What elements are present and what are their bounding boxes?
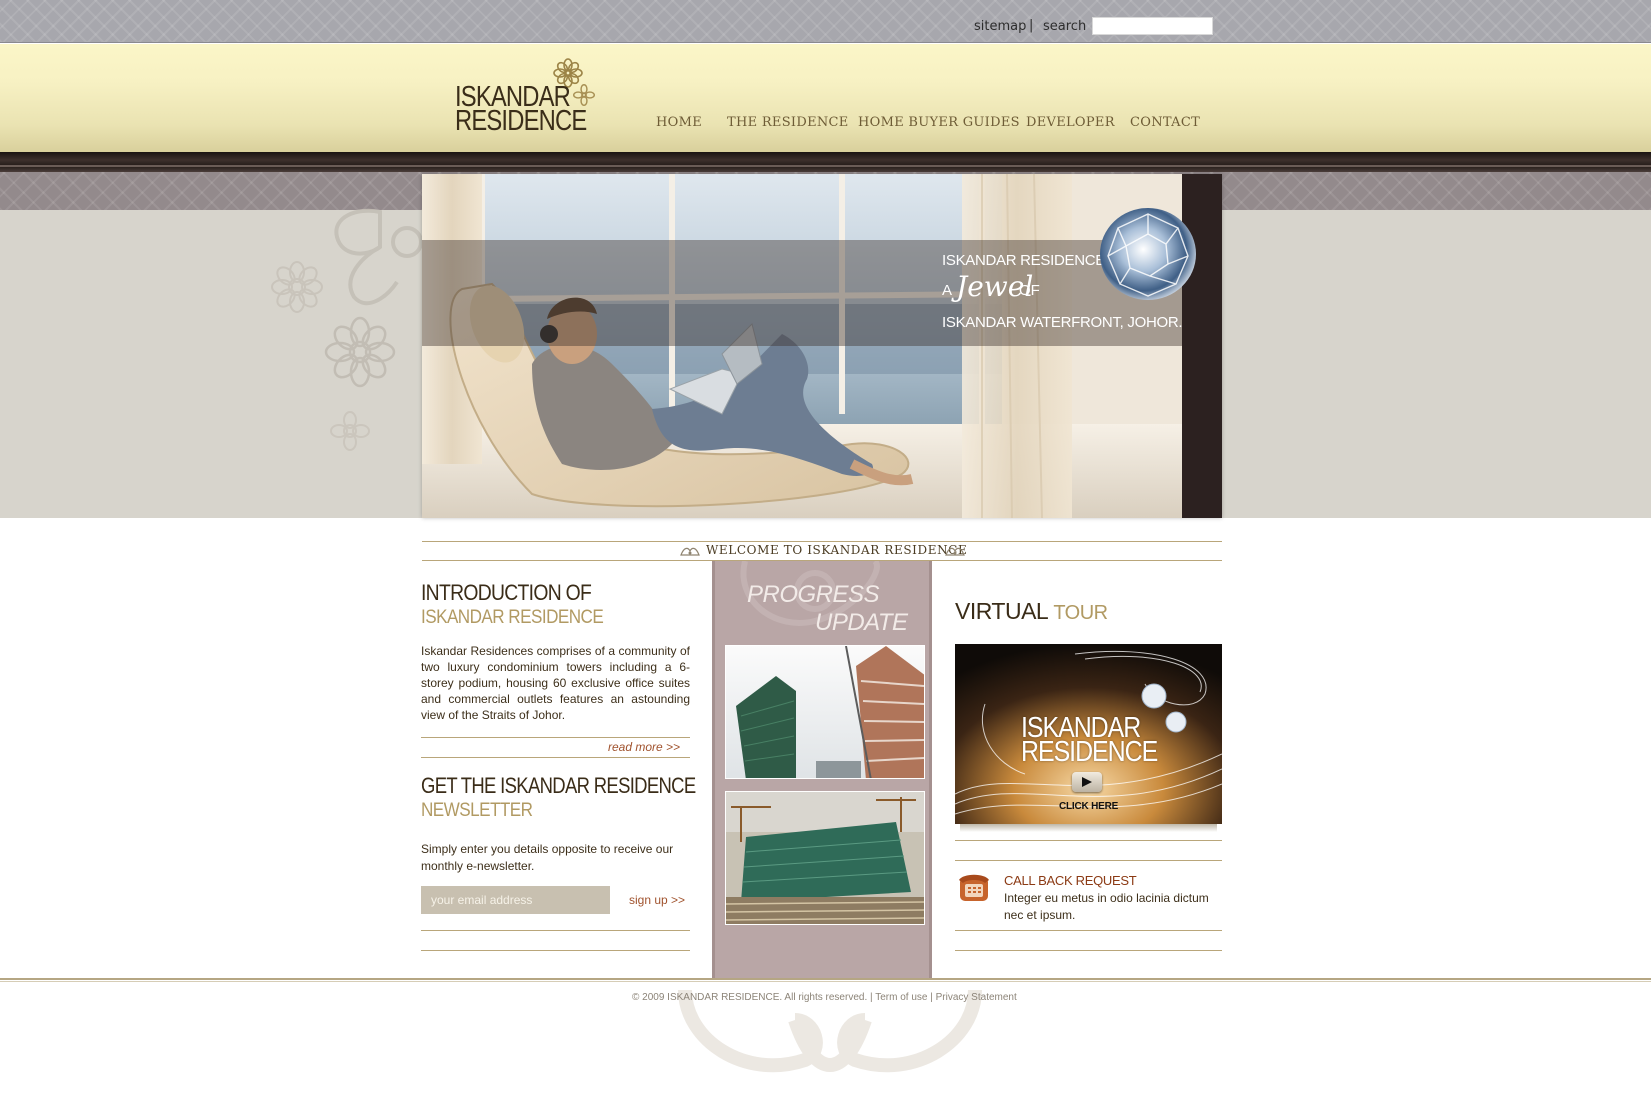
ornament-left-icon xyxy=(680,547,700,556)
call-back-request-link[interactable]: CALL BACK REQUEST xyxy=(1004,873,1137,888)
newsletter-title-line2: NEWSLETTER xyxy=(421,800,533,821)
nav-developer[interactable]: DEVELOPER xyxy=(1026,115,1115,130)
video-shadow xyxy=(960,824,1217,832)
intro-title-line1: INTRODUCTION OF xyxy=(421,580,592,605)
ornament-right-icon xyxy=(945,547,965,556)
progress-photo-towers[interactable] xyxy=(725,645,925,779)
intro-title-line2: ISKANDAR RESIDENCE xyxy=(421,607,604,628)
video-title-line2: RESIDENCE xyxy=(1021,736,1158,768)
nav-home[interactable]: HOME xyxy=(656,115,702,130)
divider-line xyxy=(421,950,690,951)
privacy-statement-link[interactable]: Privacy Statement xyxy=(936,992,1017,1003)
utility-separator: | xyxy=(1029,18,1034,33)
sitemap-link[interactable]: sitemap xyxy=(974,19,1026,34)
terms-of-use-link[interactable]: Term of use xyxy=(875,992,927,1003)
intro-body: Iskandar Residences comprises of a commu… xyxy=(421,644,690,722)
virtual-tour-title-word1: VIRTUAL xyxy=(955,598,1049,624)
welcome-rule-top xyxy=(422,541,1222,542)
footer-text: © 2009 ISKANDAR RESIDENCE. All rights re… xyxy=(632,992,1017,1003)
dark-divider-band xyxy=(0,152,1651,172)
divider-line xyxy=(421,737,690,738)
progress-photo-podium[interactable] xyxy=(725,791,925,925)
logo[interactable]: ISKANDAR RESIDENCE xyxy=(455,58,605,136)
email-input[interactable] xyxy=(421,886,610,914)
virtual-tour-title-word2: TOUR xyxy=(1053,602,1108,624)
top-utility-bar: sitemap | search xyxy=(0,0,1651,43)
hero-caption-line3: ISKANDAR WATERFRONT, JOHOR. xyxy=(942,314,1183,331)
copyright-text: © 2009 ISKANDAR RESIDENCE. All rights re… xyxy=(632,992,868,1003)
play-icon xyxy=(1082,777,1092,787)
welcome-title: WELCOME TO ISKANDAR RESIDENCE xyxy=(706,543,968,557)
call-back-body: Integer eu metus in odio lacinia dictum … xyxy=(1004,891,1209,922)
divider-line xyxy=(955,840,1222,841)
diamond-icon xyxy=(1100,208,1196,300)
hero-banner: ISKANDAR RESIDENCE A Jewel OF ISKANDAR W… xyxy=(422,174,1222,518)
read-more-link[interactable]: read more >> xyxy=(608,740,680,754)
header xyxy=(0,44,1651,152)
flower-ornament-icon xyxy=(271,208,422,451)
divider-line xyxy=(0,165,1651,167)
divider-line xyxy=(955,930,1222,931)
play-button[interactable] xyxy=(1072,772,1102,792)
progress-title-line1: PROGRESS xyxy=(747,581,880,608)
nav-contact[interactable]: CONTACT xyxy=(1130,115,1200,130)
hero-caption-a: A xyxy=(942,282,953,299)
virtual-tour-video[interactable]: ISKANDAR RESIDENCE CLICK HERE xyxy=(955,644,1222,824)
footer-separator: | xyxy=(927,992,936,1003)
logo-text-line2: RESIDENCE xyxy=(455,105,587,137)
hero-caption-line1: ISKANDAR RESIDENCE xyxy=(942,252,1105,269)
divider-line xyxy=(421,930,690,931)
newsletter-body: Simply enter you details opposite to rec… xyxy=(421,842,674,873)
progress-update-panel: PROGRESS UPDATE xyxy=(712,561,932,978)
hero-caption-of: OF xyxy=(1019,282,1040,299)
search-label: search xyxy=(1043,19,1087,34)
divider-line xyxy=(955,950,1222,951)
virtual-tour-title: VIRTUAL TOUR xyxy=(955,598,1108,625)
phone-icon[interactable] xyxy=(957,871,991,905)
divider-line xyxy=(955,860,1222,861)
newsletter-title-line1: GET THE ISKANDAR RESIDENCE xyxy=(421,773,696,798)
divider-line xyxy=(421,757,690,758)
click-here-label[interactable]: CLICK HERE xyxy=(1059,801,1118,812)
flower-logo-small-icon xyxy=(573,84,595,106)
search-input[interactable] xyxy=(1092,17,1213,35)
sign-up-button[interactable]: sign up >> xyxy=(629,893,685,907)
nav-home-buyer-guides[interactable]: HOME BUYER GUIDES xyxy=(858,115,1020,130)
nav-the-residence[interactable]: THE RESIDENCE xyxy=(727,115,849,130)
progress-title-line2: UPDATE xyxy=(815,609,908,636)
